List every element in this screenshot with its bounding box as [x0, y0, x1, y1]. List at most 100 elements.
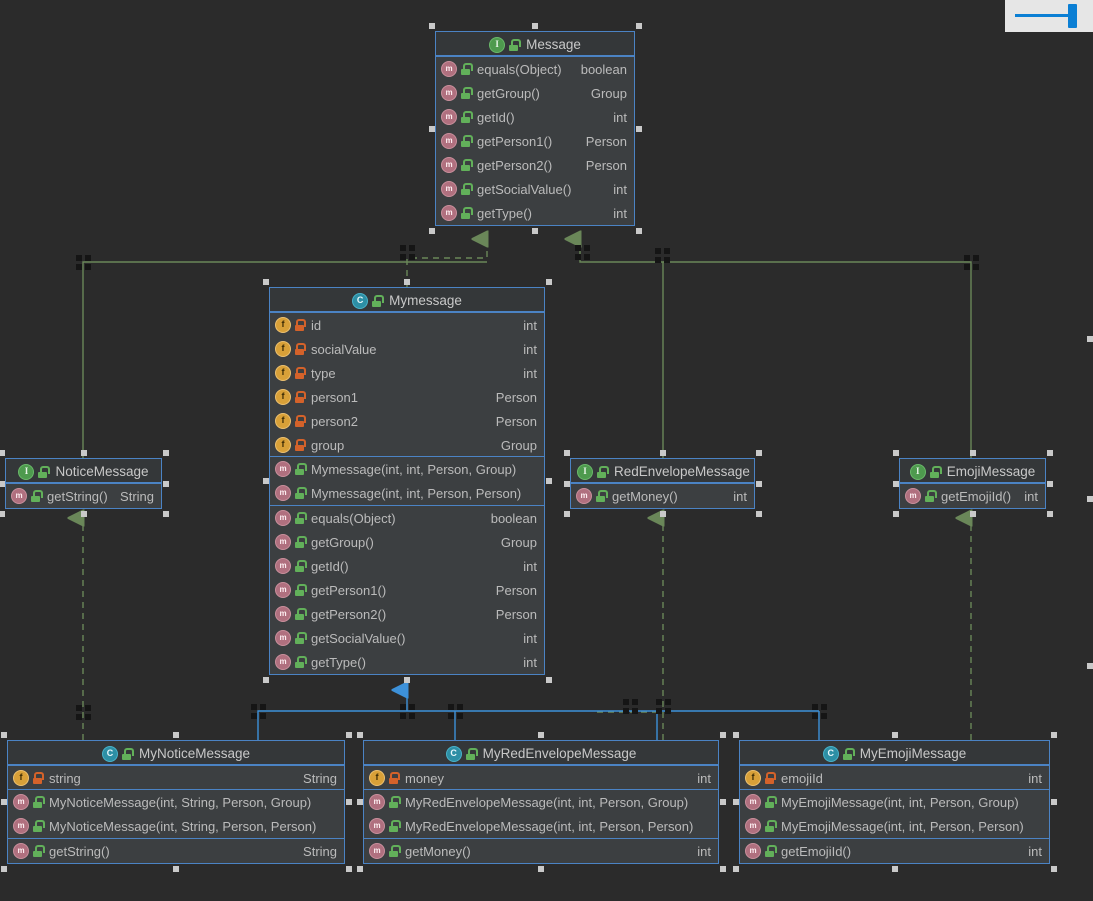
- resize-handle[interactable]: [429, 228, 435, 234]
- member-row[interactable]: m equals(Object) boolean: [270, 506, 544, 530]
- resize-handle[interactable]: [163, 450, 169, 456]
- member-row[interactable]: f person1 Person: [270, 385, 544, 409]
- resize-handle[interactable]: [1087, 663, 1093, 669]
- member-row[interactable]: m MyNoticeMessage(int, String, Person, Gr…: [8, 790, 344, 814]
- member-row[interactable]: f money int: [364, 766, 718, 790]
- member-row[interactable]: m getString() String: [8, 839, 344, 863]
- resize-handle[interactable]: [263, 279, 269, 285]
- resize-handle[interactable]: [1, 799, 7, 805]
- connection-anchor[interactable]: [655, 248, 670, 263]
- zoom-slider-knob[interactable]: [1068, 4, 1077, 28]
- resize-handle[interactable]: [263, 677, 269, 683]
- resize-handle[interactable]: [720, 866, 726, 872]
- member-row[interactable]: m getPerson2() Person: [436, 153, 634, 177]
- class-header-redenvelopemessage[interactable]: I RedEnvelopeMessage: [571, 459, 754, 483]
- connection-anchor[interactable]: [812, 704, 827, 719]
- member-row[interactable]: m MyNoticeMessage(int, String, Person, Pe…: [8, 814, 344, 838]
- resize-handle[interactable]: [893, 511, 899, 517]
- resize-handle[interactable]: [893, 481, 899, 487]
- connection-anchor[interactable]: [251, 704, 266, 719]
- uml-class-mynoticemessage[interactable]: C MyNoticeMessage f string String m MyNoticeMe…: [7, 740, 345, 864]
- class-header-mynoticemessage[interactable]: C MyNoticeMessage: [8, 741, 344, 765]
- member-row[interactable]: m getSocialValue() int: [270, 626, 544, 650]
- resize-handle[interactable]: [346, 732, 352, 738]
- resize-handle[interactable]: [756, 450, 762, 456]
- member-row[interactable]: m MyRedEnvelopeMessage(int, int, Person, …: [364, 814, 718, 838]
- connection-anchor[interactable]: [400, 704, 415, 719]
- diagram-zoom-slider[interactable]: [1005, 0, 1093, 32]
- member-row[interactable]: f type int: [270, 361, 544, 385]
- class-header-myemojimessage[interactable]: C MyEmojiMessage: [740, 741, 1049, 765]
- connection-anchor[interactable]: [623, 699, 638, 714]
- resize-handle[interactable]: [1047, 450, 1053, 456]
- member-row[interactable]: m getId() int: [436, 105, 634, 129]
- resize-handle[interactable]: [1051, 866, 1057, 872]
- member-row[interactable]: m MyEmojiMessage(int, int, Person, Person…: [740, 814, 1049, 838]
- diagram-canvas[interactable]: I Message m equals(Object) boolean m getGroup(…: [0, 0, 1093, 901]
- uml-class-message[interactable]: I Message m equals(Object) boolean m getGroup(…: [435, 31, 635, 226]
- member-row[interactable]: m equals(Object) boolean: [436, 57, 634, 81]
- resize-handle[interactable]: [546, 279, 552, 285]
- resize-handle[interactable]: [1, 732, 7, 738]
- member-row[interactable]: m getType() int: [436, 201, 634, 225]
- resize-handle[interactable]: [1087, 496, 1093, 502]
- resize-handle[interactable]: [532, 23, 538, 29]
- resize-handle[interactable]: [970, 450, 976, 456]
- member-row[interactable]: m getType() int: [270, 650, 544, 674]
- member-row[interactable]: m getEmojiId() int: [900, 484, 1045, 508]
- resize-handle[interactable]: [756, 481, 762, 487]
- resize-handle[interactable]: [733, 799, 739, 805]
- resize-handle[interactable]: [1087, 336, 1093, 342]
- resize-handle[interactable]: [564, 481, 570, 487]
- resize-handle[interactable]: [357, 732, 363, 738]
- uml-class-emojimessage[interactable]: I EmojiMessage m getEmojiId() int: [899, 458, 1046, 509]
- resize-handle[interactable]: [429, 23, 435, 29]
- resize-handle[interactable]: [546, 677, 552, 683]
- member-row[interactable]: f emojiId int: [740, 766, 1049, 790]
- resize-handle[interactable]: [546, 478, 552, 484]
- uml-class-mymessage[interactable]: C Mymessage f id int f socialValue int f type int f…: [269, 287, 545, 675]
- resize-handle[interactable]: [163, 481, 169, 487]
- member-row[interactable]: m getPerson2() Person: [270, 602, 544, 626]
- resize-handle[interactable]: [636, 126, 642, 132]
- resize-handle[interactable]: [756, 511, 762, 517]
- resize-handle[interactable]: [564, 511, 570, 517]
- resize-handle[interactable]: [429, 126, 435, 132]
- resize-handle[interactable]: [357, 799, 363, 805]
- member-row[interactable]: m Mymessage(int, int, Person, Group): [270, 457, 544, 481]
- member-row[interactable]: m getPerson1() Person: [270, 578, 544, 602]
- member-row[interactable]: m Mymessage(int, int, Person, Person): [270, 481, 544, 505]
- resize-handle[interactable]: [720, 732, 726, 738]
- resize-handle[interactable]: [660, 511, 666, 517]
- uml-class-myemojimessage[interactable]: C MyEmojiMessage f emojiId int m MyEmojiMessag…: [739, 740, 1050, 864]
- connection-anchor[interactable]: [575, 245, 590, 260]
- member-row[interactable]: m MyEmojiMessage(int, int, Person, Group): [740, 790, 1049, 814]
- resize-handle[interactable]: [357, 866, 363, 872]
- resize-handle[interactable]: [0, 481, 5, 487]
- class-header-noticemessage[interactable]: I NoticeMessage: [6, 459, 161, 483]
- resize-handle[interactable]: [733, 866, 739, 872]
- resize-handle[interactable]: [660, 450, 666, 456]
- resize-handle[interactable]: [1047, 511, 1053, 517]
- member-row[interactable]: m getId() int: [270, 554, 544, 578]
- uml-class-noticemessage[interactable]: I NoticeMessage m getString() String: [5, 458, 162, 509]
- class-header-mymessage[interactable]: C Mymessage: [270, 288, 544, 312]
- uml-class-myredenvelopemessage[interactable]: C MyRedEnvelopeMessage f money int m MyRedEnve…: [363, 740, 719, 864]
- resize-handle[interactable]: [163, 511, 169, 517]
- connection-anchor[interactable]: [76, 255, 91, 270]
- member-row[interactable]: m getPerson1() Person: [436, 129, 634, 153]
- resize-handle[interactable]: [346, 799, 352, 805]
- member-row[interactable]: m getSocialValue() int: [436, 177, 634, 201]
- resize-handle[interactable]: [173, 732, 179, 738]
- resize-handle[interactable]: [538, 732, 544, 738]
- class-header-emojimessage[interactable]: I EmojiMessage: [900, 459, 1045, 483]
- resize-handle[interactable]: [1051, 732, 1057, 738]
- resize-handle[interactable]: [173, 866, 179, 872]
- connection-anchor[interactable]: [448, 704, 463, 719]
- connection-anchor[interactable]: [964, 255, 979, 270]
- resize-handle[interactable]: [1047, 481, 1053, 487]
- member-row[interactable]: m getString() String: [6, 484, 161, 508]
- resize-handle[interactable]: [636, 23, 642, 29]
- resize-handle[interactable]: [81, 511, 87, 517]
- class-header-message[interactable]: I Message: [436, 32, 634, 56]
